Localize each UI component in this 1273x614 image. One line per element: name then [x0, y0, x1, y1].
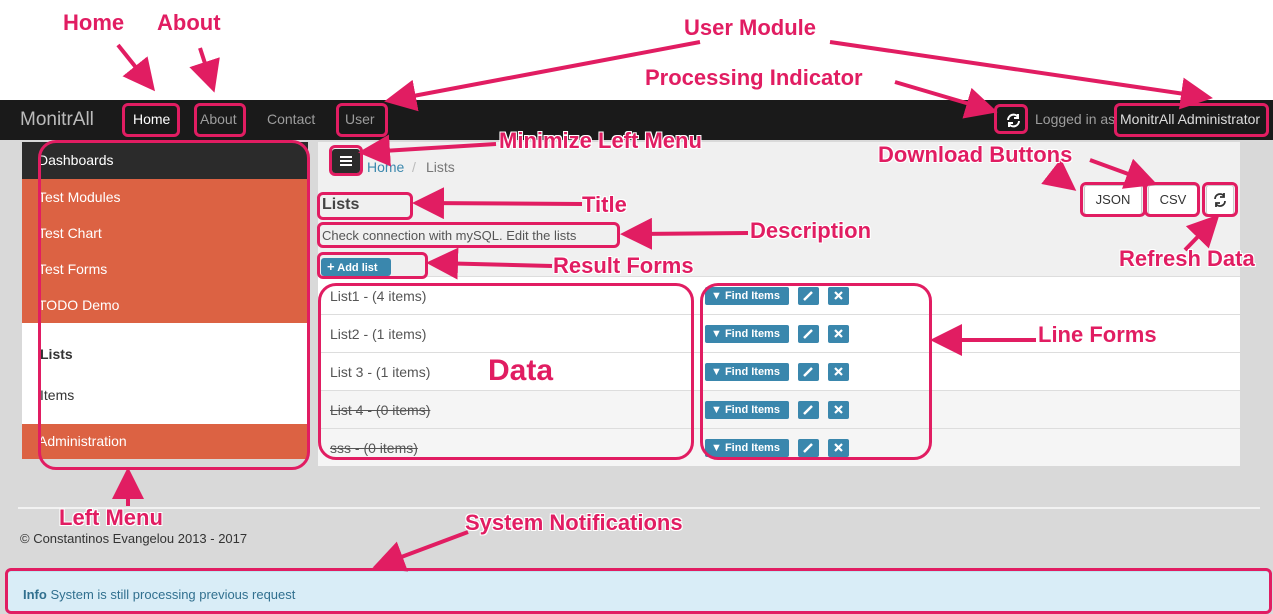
breadcrumb-separator: /: [412, 159, 416, 175]
csv-callout-box: [1144, 182, 1200, 217]
left-menu-annotation: Left Menu: [59, 505, 163, 530]
brand-logo[interactable]: MonitrAll: [20, 109, 94, 131]
notifications-callout-box: [5, 568, 1272, 614]
processing-callout-box: [994, 104, 1028, 134]
title-annotation: Title: [582, 192, 627, 217]
home-callout-box: [122, 103, 180, 137]
minimize-callout-box: [329, 145, 363, 176]
user-module-annotation: User Module: [684, 15, 817, 40]
about-annotation: About: [157, 10, 221, 35]
notifications-annotation: System Notifications: [465, 510, 683, 535]
breadcrumb-current: Lists: [426, 159, 455, 175]
refresh-annotation: Refresh Data: [1119, 246, 1255, 271]
processing-annotation: Processing Indicator: [645, 65, 863, 90]
data-annotation: Data: [488, 354, 554, 387]
left-menu-callout-box: [38, 140, 310, 470]
user-name-callout-box: [1114, 103, 1269, 137]
line-forms-callout-box: [700, 283, 932, 460]
nav-contact[interactable]: Contact: [267, 111, 315, 127]
description-annotation: Description: [750, 218, 872, 243]
home-annotation: Home: [63, 10, 125, 35]
line-forms-annotation: Line Forms: [1038, 322, 1157, 347]
result-forms-callout-box: [317, 252, 428, 279]
user-callout-box: [336, 103, 388, 137]
login-status: Logged in as: [1035, 111, 1116, 127]
description-callout-box: [317, 222, 620, 248]
footer-divider: [18, 507, 1260, 509]
breadcrumb-home[interactable]: Home: [367, 159, 404, 175]
minimize-annotation: Minimize Left Menu: [499, 128, 702, 153]
refresh-callout-box: [1202, 182, 1238, 217]
about-callout-box: [194, 103, 246, 137]
download-annotation: Download Buttons: [878, 142, 1073, 167]
result-forms-annotation: Result Forms: [553, 253, 694, 278]
copyright: © Constantinos Evangelou 2013 - 2017: [20, 531, 248, 546]
json-callout-box: [1080, 182, 1146, 217]
title-callout-box: [317, 192, 413, 220]
